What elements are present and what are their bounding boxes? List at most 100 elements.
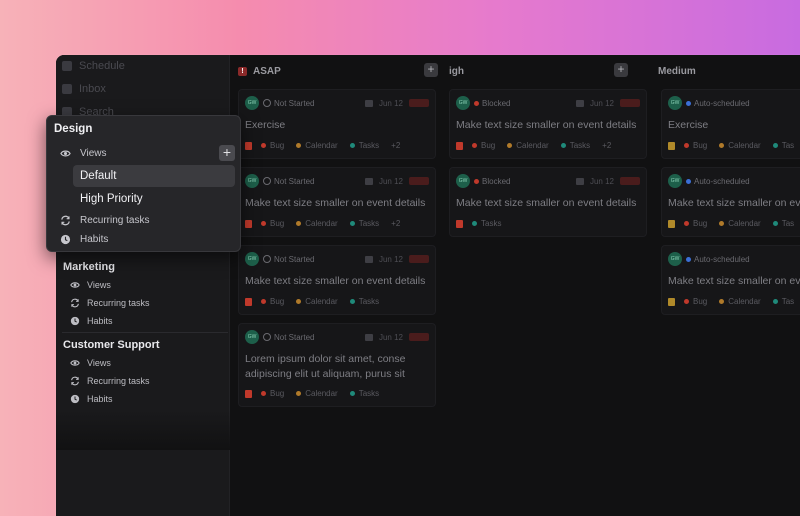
task-card[interactable]: GW Not Started Jun 12 Make text size sma…	[238, 167, 436, 237]
tag-tasks: Tasks	[349, 141, 379, 150]
task-title: Make text size smaller on event details	[456, 119, 637, 131]
view-default[interactable]: Default	[73, 165, 235, 187]
task-card[interactable]: GW Not Started Jun 12 Exercise Bug Calen…	[238, 89, 436, 159]
priority-flag-icon	[668, 297, 675, 306]
tag-bug: Bug	[261, 389, 284, 398]
priority-flag-icon	[456, 141, 463, 150]
tag-bug: Bug	[684, 141, 707, 150]
priority-flag-icon	[245, 297, 252, 306]
popup-item-views[interactable]: Views	[60, 144, 107, 162]
sidebar-item-label: Habits	[87, 316, 113, 326]
overdue-badge	[620, 99, 640, 107]
recurring-icon	[71, 376, 79, 386]
task-title: Make text size smaller on ev	[668, 197, 800, 209]
sidebar-item-views[interactable]: Views	[56, 276, 230, 294]
calendar-icon	[364, 177, 373, 185]
status-auto-scheduled-icon	[686, 256, 691, 262]
task-card[interactable]: GW Not Started Jun 12 Make text size sma…	[238, 245, 436, 315]
sidebar-item-inbox[interactable]: Inbox	[62, 79, 106, 99]
tag-tasks: Tasks	[349, 297, 379, 306]
task-title: Make text size smaller on event details	[245, 197, 426, 209]
tag-calendar: Calendar	[719, 297, 761, 306]
task-card[interactable]: GW Auto-scheduled Make text size smaller…	[661, 245, 800, 315]
column-header: ! ASAP	[238, 61, 281, 81]
task-title: Lorem ipsum dolor sit amet, conse adipis…	[245, 353, 406, 380]
section-title[interactable]: Marketing	[56, 258, 230, 276]
eye-icon	[70, 360, 80, 366]
status-blocked-icon	[474, 178, 479, 184]
status-label: Auto-scheduled	[694, 176, 750, 186]
avatar: GW	[668, 252, 682, 266]
popup-item-habits[interactable]: Habits	[60, 230, 108, 248]
task-title: Exercise	[668, 119, 709, 131]
sidebar-item-habits[interactable]: Habits	[56, 390, 230, 408]
task-title: Make text size smaller on event details	[245, 275, 426, 287]
add-task-button[interactable]: +	[614, 63, 628, 77]
avatar: GW	[456, 96, 470, 110]
due-date: Jun 12	[589, 176, 614, 186]
status-blocked-icon	[474, 100, 479, 106]
status-label: Not Started	[274, 254, 315, 264]
add-view-button[interactable]: +	[219, 145, 235, 161]
tag-more[interactable]: +2	[391, 219, 400, 228]
recurring-icon	[71, 298, 79, 308]
overdue-badge	[409, 177, 429, 185]
eye-icon	[70, 282, 80, 288]
tag-bug: Bug	[684, 297, 707, 306]
calendar-icon	[364, 99, 373, 107]
view-high-priority[interactable]: High Priority	[73, 188, 235, 210]
due-date: Jun 12	[589, 98, 614, 108]
column-header: Medium	[658, 61, 696, 81]
tag-more[interactable]: +2	[391, 141, 400, 150]
task-card[interactable]: GW Blocked Jun 12 Make text size smaller…	[449, 167, 647, 237]
tag-bug: Bug	[472, 141, 495, 150]
sidebar-item-label: Views	[87, 280, 111, 290]
overdue-badge	[409, 333, 429, 341]
sidebar-section-customer-support: Customer Support Views Recurring tasks H…	[56, 336, 230, 408]
tag-calendar: Calendar	[296, 141, 338, 150]
task-card[interactable]: GW Blocked Jun 12 Make text size smaller…	[449, 89, 647, 159]
tag-calendar: Calendar	[296, 297, 338, 306]
tag-bug: Bug	[261, 219, 284, 228]
priority-flag-icon	[245, 389, 252, 398]
priority-flag-icon	[668, 141, 675, 150]
avatar: GW	[456, 174, 470, 188]
sidebar-fade	[56, 410, 230, 450]
sidebar-item-recurring-tasks[interactable]: Recurring tasks	[56, 294, 230, 312]
overdue-badge	[620, 177, 640, 185]
column-title: ASAP	[253, 65, 281, 77]
task-card[interactable]: GW Auto-scheduled Exercise Bug Calendar …	[661, 89, 800, 159]
column-title: igh	[449, 65, 464, 77]
calendar-icon	[364, 255, 373, 263]
clock-icon	[60, 234, 71, 244]
tag-tasks: Tas	[772, 219, 794, 228]
sidebar-item-recurring-tasks[interactable]: Recurring tasks	[56, 372, 230, 390]
avatar: GW	[668, 96, 682, 110]
column-header: igh	[449, 61, 464, 81]
tag-more[interactable]: +2	[602, 141, 611, 150]
popup-title: Design	[54, 123, 93, 135]
priority-badge-icon: !	[238, 66, 247, 76]
tag-calendar: Calendar	[507, 141, 549, 150]
sidebar-item-label: Views	[87, 358, 111, 368]
sidebar-item-views[interactable]: Views	[56, 354, 230, 372]
status-label: Blocked	[482, 176, 511, 186]
sidebar-item-label: Recurring tasks	[87, 298, 150, 308]
section-title[interactable]: Customer Support	[56, 336, 230, 354]
status-not-started-icon	[263, 333, 271, 341]
popup-item-recurring-tasks[interactable]: Recurring tasks	[60, 211, 149, 229]
avatar: GW	[245, 252, 259, 266]
sidebar-item-label: Habits	[87, 394, 113, 404]
add-task-button[interactable]: +	[424, 63, 438, 77]
task-card[interactable]: GW Not Started Jun 12 Lorem ipsum dolor …	[238, 323, 436, 407]
tag-calendar: Calendar	[296, 389, 338, 398]
sidebar-item-schedule[interactable]: Schedule	[62, 56, 125, 76]
popup-item-label: Habits	[80, 233, 109, 245]
sidebar-item-habits[interactable]: Habits	[56, 312, 230, 330]
sidebar-item-label: Inbox	[79, 83, 106, 95]
status-label: Not Started	[274, 176, 315, 186]
status-label: Auto-scheduled	[694, 254, 750, 264]
task-card[interactable]: GW Auto-scheduled Make text size smaller…	[661, 167, 800, 237]
divider	[62, 332, 228, 333]
calendar-icon	[575, 99, 584, 107]
